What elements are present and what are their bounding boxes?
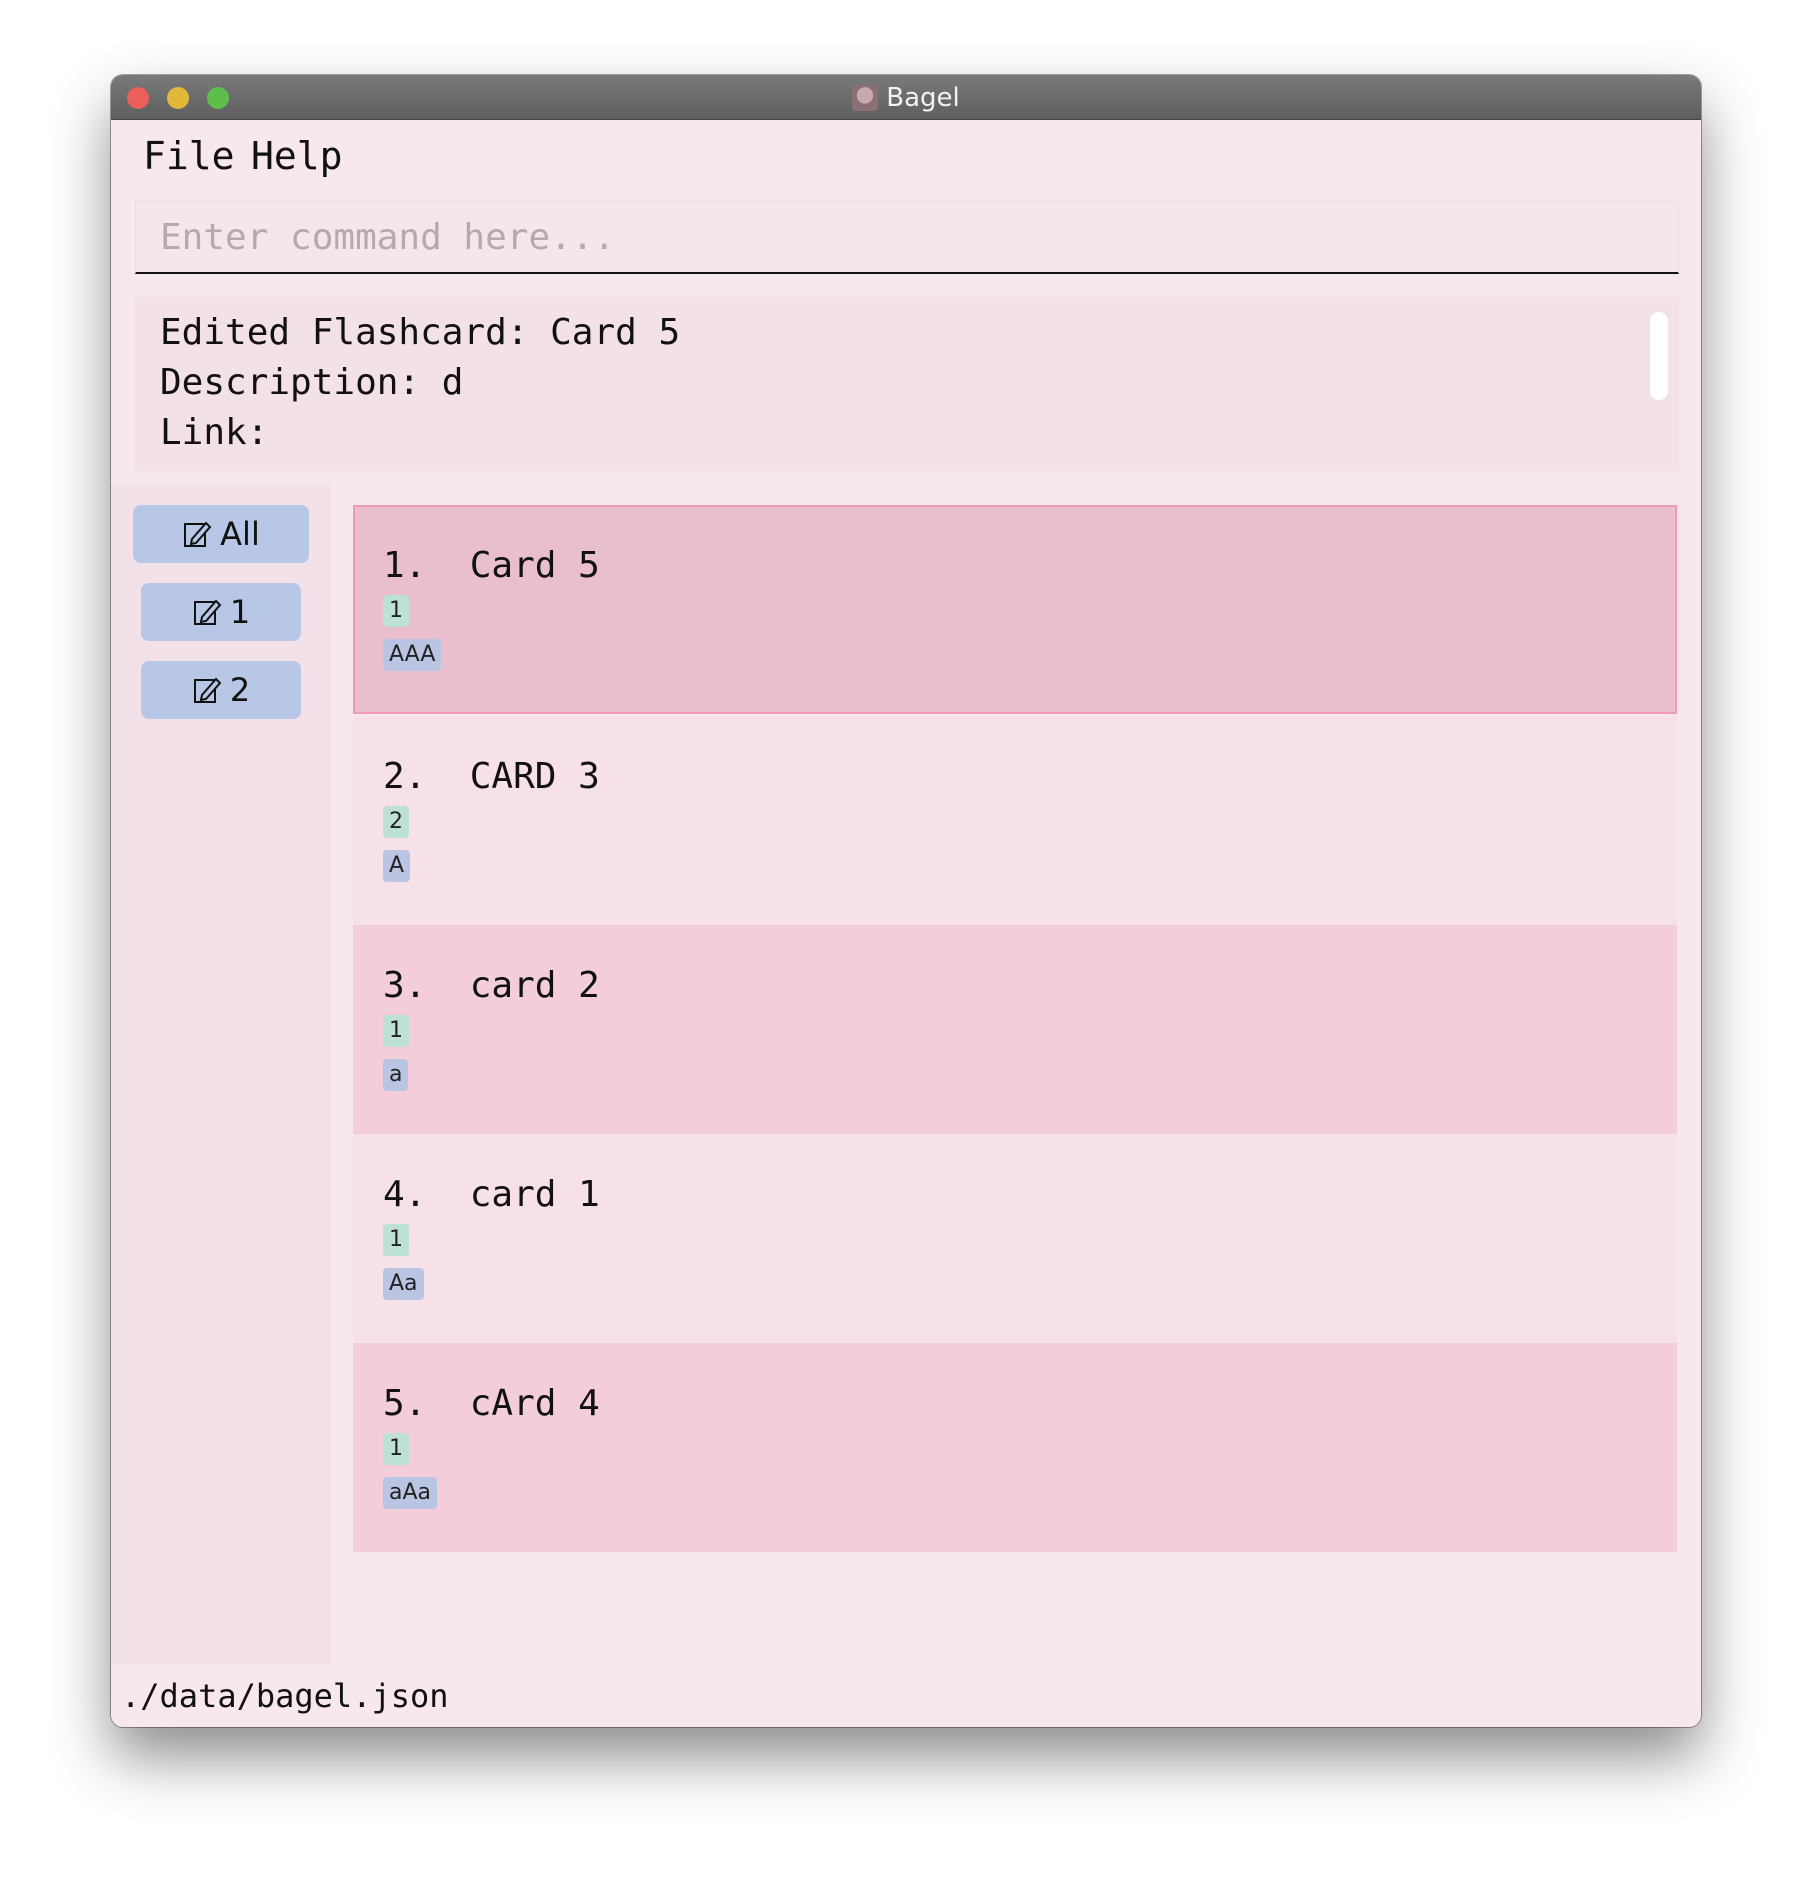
- command-input[interactable]: [136, 202, 1678, 272]
- set-sidebar: All 1 2: [111, 485, 331, 1665]
- tag-chip: A: [383, 850, 411, 882]
- result-display: Edited Flashcard: Card 5 Description: d …: [135, 297, 1679, 471]
- set-button-2[interactable]: 2: [141, 661, 301, 719]
- set-button-1-label: 1: [229, 593, 251, 631]
- flashcard-list: 1. Card 5 1 AAA 2. CARD 3 2 A 3. card 2 …: [353, 505, 1677, 1665]
- set-button-all[interactable]: All: [133, 505, 309, 563]
- menu-file[interactable]: File: [143, 134, 235, 178]
- flashcard-title: 2. CARD 3: [383, 756, 600, 797]
- menu-bar: File Help: [111, 120, 1701, 190]
- flashcard-item-2[interactable]: 2. CARD 3 2 A: [353, 716, 1677, 925]
- set-chip: 1: [383, 1433, 409, 1465]
- bagel-app-icon: [852, 85, 879, 111]
- app-window: Bagel File Help Edited Flashcard: Card 5…: [111, 75, 1701, 1727]
- flashcard-title: 3. card 2: [383, 965, 600, 1006]
- set-chip: 1: [383, 1015, 409, 1047]
- result-line-3: Link:: [160, 412, 269, 453]
- flashcard-title: 1. Card 5: [383, 545, 600, 586]
- edit-icon: [184, 521, 212, 547]
- flashcard-title: 5. cArd 4: [383, 1383, 600, 1424]
- window-title: Bagel: [111, 83, 1701, 113]
- title-bar: Bagel: [111, 75, 1701, 120]
- window-title-text: Bagel: [886, 83, 960, 113]
- set-button-all-label: All: [220, 515, 260, 553]
- set-button-2-label: 2: [229, 671, 251, 709]
- flashcard-item-3[interactable]: 3. card 2 1 a: [353, 925, 1677, 1134]
- tag-chip: AAA: [383, 639, 442, 671]
- tag-chip: a: [383, 1059, 409, 1091]
- set-chip: 2: [383, 806, 409, 838]
- flashcard-title: 4. card 1: [383, 1174, 600, 1215]
- edit-icon: [193, 599, 222, 625]
- result-scrollbar[interactable]: [1650, 312, 1668, 400]
- flashcard-item-4[interactable]: 4. card 1 1 Aa: [353, 1134, 1677, 1343]
- tag-chip: aAa: [383, 1477, 438, 1509]
- flashcard-item-1[interactable]: 1. Card 5 1 AAA: [353, 505, 1677, 714]
- set-chip: 1: [383, 595, 409, 627]
- edit-icon: [193, 677, 222, 703]
- menu-help[interactable]: Help: [251, 134, 343, 178]
- save-location: ./data/bagel.json: [121, 1677, 449, 1715]
- status-bar: ./data/bagel.json: [111, 1665, 1701, 1727]
- command-box: [135, 201, 1679, 274]
- set-chip: 1: [383, 1224, 409, 1256]
- result-line-2: Description: d: [160, 362, 464, 403]
- tag-chip: Aa: [383, 1268, 424, 1300]
- result-line-1: Edited Flashcard: Card 5: [160, 312, 681, 353]
- set-button-1[interactable]: 1: [141, 583, 301, 641]
- flashcard-item-5[interactable]: 5. cArd 4 1 aAa: [353, 1343, 1677, 1552]
